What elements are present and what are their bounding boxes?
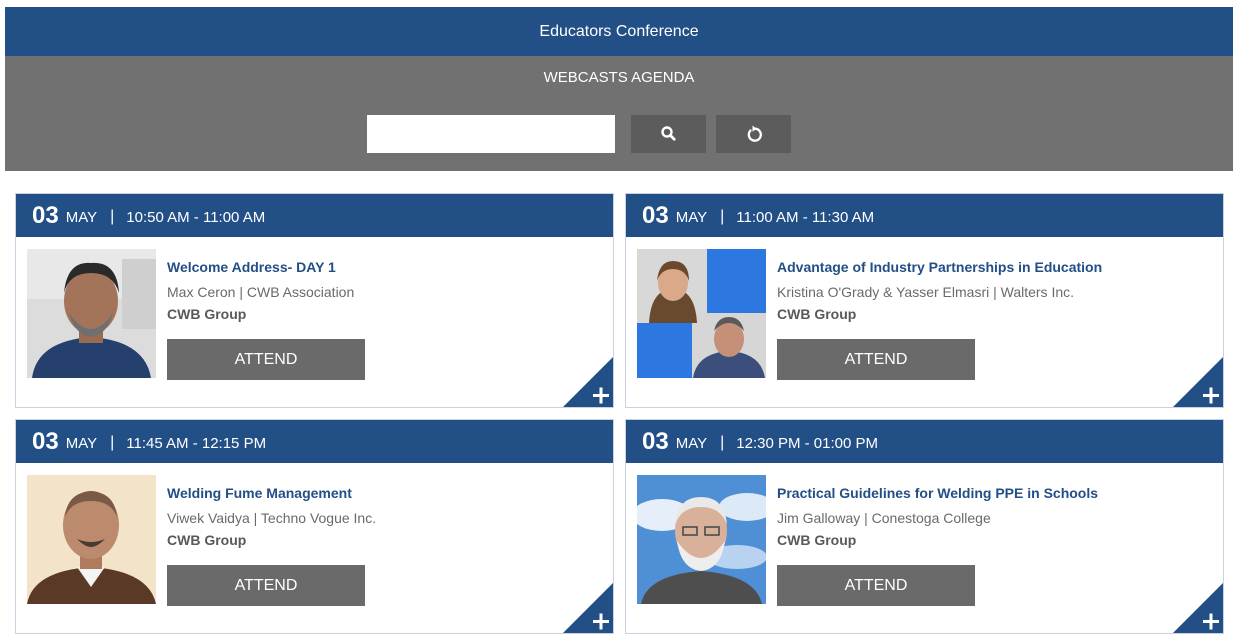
attend-button[interactable]: ATTEND xyxy=(167,565,365,606)
header-divider: | xyxy=(110,434,115,451)
session-time: 11:00 AM - 11:30 AM xyxy=(736,208,875,226)
session-header: 03 MAY | 12:30 PM - 01:00 PM xyxy=(626,420,1223,463)
session-month: MAY xyxy=(65,435,98,452)
attend-button[interactable]: ATTEND xyxy=(777,565,975,606)
session-day: 03 xyxy=(642,201,669,229)
session-time: 10:50 AM - 11:00 AM xyxy=(126,208,266,226)
session-day: 03 xyxy=(642,427,669,455)
session-card: 03 MAY | 11:45 AM - 12:15 PM Welding Fum… xyxy=(15,419,614,634)
attend-button[interactable]: ATTEND xyxy=(167,339,365,380)
search-icon xyxy=(660,126,676,141)
speaker-photo xyxy=(27,249,156,378)
header-divider: | xyxy=(110,208,115,225)
refresh-icon xyxy=(747,125,762,142)
search-input[interactable] xyxy=(367,115,615,153)
session-card: 03 MAY | 10:50 AM - 11:00 AM Welcome Add… xyxy=(15,193,614,408)
session-card: 03 MAY | 12:30 PM - 01:00 PM Practical G… xyxy=(625,419,1224,634)
session-card: 03 MAY | 11:00 AM - 11:30 AM Advantage o… xyxy=(625,193,1224,408)
webcasts-agenda-panel: WEBCASTS AGENDA xyxy=(5,56,1233,171)
session-org: CWB Group xyxy=(777,306,857,322)
session-title[interactable]: Advantage of Industry Partnerships in Ed… xyxy=(777,259,1102,275)
session-month: MAY xyxy=(675,209,708,226)
speaker-photo xyxy=(637,249,766,378)
session-day: 03 xyxy=(32,427,59,455)
header-divider: | xyxy=(720,434,725,451)
speaker-photo xyxy=(27,475,156,604)
session-title[interactable]: Welding Fume Management xyxy=(167,485,352,501)
session-speaker: Kristina O'Grady & Yasser Elmasri | Walt… xyxy=(777,284,1075,300)
agenda-title: WEBCASTS AGENDA xyxy=(543,69,695,86)
session-title[interactable]: Practical Guidelines for Welding PPE in … xyxy=(777,485,1098,501)
session-month: MAY xyxy=(65,209,98,226)
session-month: MAY xyxy=(675,435,708,452)
speaker-photo xyxy=(637,475,766,604)
attend-button[interactable]: ATTEND xyxy=(777,339,975,380)
session-org: CWB Group xyxy=(777,532,857,548)
conference-title: Educators Conference xyxy=(539,22,699,40)
session-time: 11:45 AM - 12:15 PM xyxy=(126,434,267,452)
session-header: 03 MAY | 10:50 AM - 11:00 AM xyxy=(16,194,613,237)
search-button[interactable] xyxy=(631,115,706,153)
plus-icon[interactable] xyxy=(562,356,614,408)
session-header: 03 MAY | 11:45 AM - 12:15 PM xyxy=(16,420,613,463)
session-speaker: Viwek Vaidya | Techno Vogue Inc. xyxy=(167,510,377,526)
session-header: 03 MAY | 11:00 AM - 11:30 AM xyxy=(626,194,1223,237)
session-speaker: Jim Galloway | Conestoga College xyxy=(777,510,991,526)
session-org: CWB Group xyxy=(167,306,247,322)
session-day: 03 xyxy=(32,201,59,229)
session-org: CWB Group xyxy=(167,532,247,548)
conference-header: Educators Conference xyxy=(5,7,1233,56)
reset-button[interactable] xyxy=(716,115,791,153)
session-time: 12:30 PM - 01:00 PM xyxy=(736,434,879,452)
session-title[interactable]: Welcome Address- DAY 1 xyxy=(167,259,336,275)
header-divider: | xyxy=(720,208,725,225)
plus-icon[interactable] xyxy=(562,582,614,634)
plus-icon[interactable] xyxy=(1172,356,1224,408)
plus-icon[interactable] xyxy=(1172,582,1224,634)
session-speaker: Max Ceron | CWB Association xyxy=(167,284,355,300)
